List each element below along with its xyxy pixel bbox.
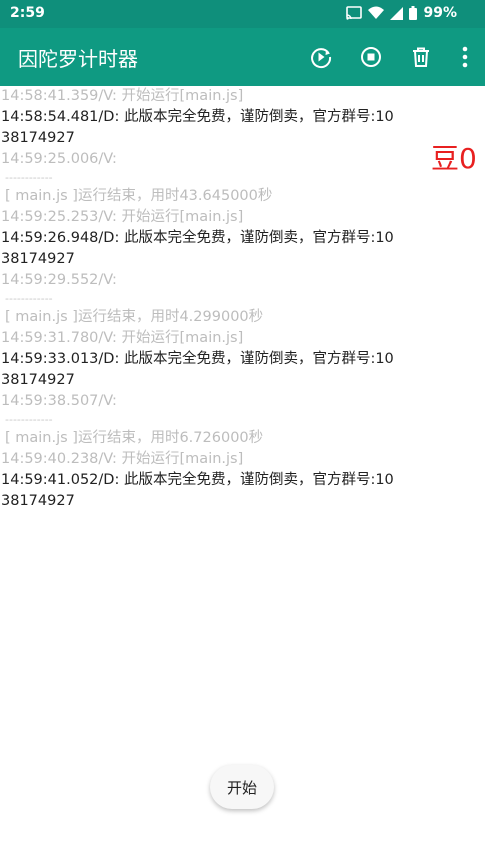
log-line: 14:59:33.013/D: 此版本完全免费，谨防倒卖，官方群号:103817… — [1, 351, 394, 388]
run-icon — [309, 45, 333, 69]
log-separator: ------------ — [5, 292, 53, 305]
battery-level: 99% — [423, 5, 457, 21]
cast-icon — [346, 6, 363, 20]
log-line: [ main.js ]运行结束，用时4.299000秒 — [5, 309, 264, 325]
stop-button[interactable] — [355, 41, 387, 73]
more-vert-icon — [462, 46, 468, 68]
app-actions — [287, 41, 475, 73]
more-options-button[interactable] — [455, 41, 475, 73]
status-time: 2:59 — [10, 5, 45, 21]
stop-icon — [359, 45, 383, 69]
log-line: 14:59:38.507/V: — [1, 393, 117, 409]
start-button[interactable]: 开始 — [210, 765, 274, 809]
log-line: 14:59:40.238/V: 开始运行[main.js] — [1, 451, 244, 467]
log-line: 14:59:31.780/V: 开始运行[main.js] — [1, 330, 244, 346]
log-line: 14:59:41.052/D: 此版本完全免费，谨防倒卖，官方群号:103817… — [1, 472, 394, 509]
app-title: 因陀罗计时器 — [18, 47, 138, 71]
log-separator: ------------ — [5, 413, 53, 426]
status-bar: 2:59 99% — [0, 0, 485, 28]
console-log: 14:58:41.359/V: 开始运行[main.js] 14:58:54.4… — [0, 86, 401, 512]
delete-button[interactable] — [405, 41, 437, 73]
status-icons: 99% — [346, 5, 457, 21]
log-line: 14:59:25.006/V: — [1, 151, 117, 167]
log-line: 14:59:29.552/V: — [1, 272, 117, 288]
log-line: 14:58:54.481/D: 此版本完全免费，谨防倒卖，官方群号:103817… — [1, 109, 394, 146]
battery-icon — [409, 6, 418, 20]
log-separator: ------------ — [5, 171, 53, 184]
run-button[interactable] — [305, 41, 337, 73]
log-line: 14:58:41.359/V: 开始运行[main.js] — [1, 88, 244, 104]
app-bar: 因陀罗计时器 — [0, 28, 485, 86]
log-line: 14:59:26.948/D: 此版本完全免费，谨防倒卖，官方群号:103817… — [1, 230, 394, 267]
overlay-counter: 豆0 — [431, 142, 477, 175]
log-line: 14:59:25.253/V: 开始运行[main.js] — [1, 209, 244, 225]
log-line: [ main.js ]运行结束，用时43.645000秒 — [5, 188, 273, 204]
log-line: [ main.js ]运行结束，用时6.726000秒 — [5, 430, 264, 446]
wifi-icon — [368, 6, 385, 20]
signal-icon — [390, 6, 404, 20]
delete-icon — [409, 45, 433, 69]
